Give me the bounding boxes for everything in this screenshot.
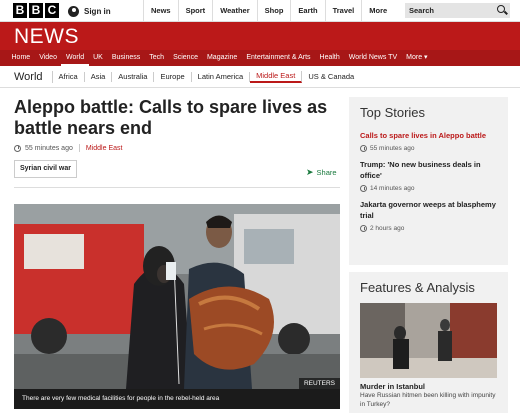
top-story-time: 55 minutes ago bbox=[360, 145, 497, 152]
clock-icon bbox=[360, 185, 367, 192]
top-story-time: 2 hours ago bbox=[360, 225, 497, 232]
top-story-title[interactable]: Jakarta governor weeps at blasphemy tria… bbox=[360, 199, 497, 221]
search-placeholder: Search bbox=[409, 6, 435, 15]
top-story-item[interactable]: Calls to spare lives in Aleppo battle 55… bbox=[360, 130, 497, 152]
main-nav-home[interactable]: Home bbox=[7, 50, 35, 66]
divider bbox=[14, 187, 340, 188]
search-input[interactable]: Search bbox=[405, 3, 510, 18]
share-button[interactable]: ➤ Share bbox=[306, 167, 337, 178]
feature-title[interactable]: Murder in Istanbul bbox=[360, 382, 497, 391]
signin-label: Sign in bbox=[84, 6, 111, 16]
main-nav-video[interactable]: Video bbox=[35, 50, 62, 66]
top-nav-weather[interactable]: Weather bbox=[212, 0, 256, 22]
meta-divider bbox=[78, 144, 80, 152]
top-nav-shop[interactable]: Shop bbox=[256, 0, 291, 22]
top-stories-panel: Top Stories Calls to spare lives in Alep… bbox=[349, 97, 508, 265]
section-nav-australia[interactable]: Australia bbox=[112, 71, 155, 82]
section-nav-asia[interactable]: Asia bbox=[85, 71, 113, 82]
article-time: 55 minutes ago bbox=[25, 144, 73, 152]
section-nav-us-canada[interactable]: US & Canada bbox=[302, 72, 360, 82]
section-nav-africa[interactable]: Africa bbox=[53, 71, 85, 82]
top-stories-title: Top Stories bbox=[360, 105, 426, 120]
topic-tag[interactable]: Syrian civil war bbox=[14, 160, 77, 178]
signin-link[interactable]: Sign in bbox=[68, 3, 111, 19]
top-story-time-text: 14 minutes ago bbox=[370, 185, 415, 192]
user-icon bbox=[68, 5, 79, 17]
main-nav-business[interactable]: Business bbox=[107, 50, 144, 66]
top-nav-sport[interactable]: Sport bbox=[177, 0, 213, 22]
features-title: Features & Analysis bbox=[360, 280, 475, 295]
top-story-title[interactable]: Trump: 'No new business deals in office' bbox=[360, 159, 497, 181]
share-icon: ➤ bbox=[306, 167, 314, 177]
clock-icon bbox=[360, 145, 367, 152]
section-nav-europe[interactable]: Europe bbox=[154, 71, 192, 82]
section-nav: World Africa Asia Australia Europe Latin… bbox=[0, 66, 520, 88]
top-story-item[interactable]: Jakarta governor weeps at blasphemy tria… bbox=[360, 199, 497, 232]
image-credit: REUTERS bbox=[298, 378, 340, 389]
hero-image: REUTERS There are very few medical facil… bbox=[14, 204, 340, 409]
top-nav: News Sport Weather Shop Earth Travel Mor… bbox=[143, 0, 425, 22]
main-nav-science[interactable]: Science bbox=[169, 50, 203, 66]
top-story-item[interactable]: Trump: 'No new business deals in office'… bbox=[360, 159, 497, 192]
top-bar: B B C Sign in News Sport Weather Shop Ea… bbox=[0, 0, 520, 22]
top-nav-news[interactable]: News bbox=[143, 0, 178, 22]
feature-photo-illustration bbox=[360, 303, 497, 378]
image-caption: There are very few medical facilities fo… bbox=[14, 389, 340, 409]
top-story-time-text: 55 minutes ago bbox=[370, 145, 415, 152]
more-label: More bbox=[369, 6, 388, 15]
bbc-logo-letter: B bbox=[13, 3, 27, 18]
top-nav-travel[interactable]: Travel bbox=[324, 0, 362, 22]
top-story-title[interactable]: Calls to spare lives in Aleppo battle bbox=[360, 130, 497, 141]
section-title[interactable]: World bbox=[14, 70, 53, 83]
clock-icon bbox=[360, 225, 367, 232]
article-meta: 55 minutes ago Middle East bbox=[14, 144, 122, 152]
section-nav-latin-america[interactable]: Latin America bbox=[192, 71, 251, 82]
feature-image[interactable] bbox=[360, 303, 497, 378]
main-nav-uk[interactable]: UK bbox=[89, 50, 108, 66]
main-nav-more[interactable]: More ▾ bbox=[402, 50, 432, 66]
top-story-time-text: 2 hours ago bbox=[370, 225, 405, 232]
news-logo[interactable]: NEWS bbox=[14, 25, 79, 49]
clock-icon bbox=[14, 144, 21, 152]
main-nav-entertainment[interactable]: Entertainment & Arts bbox=[242, 50, 315, 66]
share-label: Share bbox=[316, 168, 337, 177]
main-nav-magazine[interactable]: Magazine bbox=[202, 50, 241, 66]
feature-summary: Have Russian hitmen been killing with im… bbox=[360, 392, 496, 408]
features-panel: Features & Analysis Murder in Istanbul H… bbox=[349, 272, 508, 413]
bbc-logo-letter: B bbox=[29, 3, 43, 18]
main-nav-world-news-tv[interactable]: World News TV bbox=[344, 50, 401, 66]
search-icon[interactable] bbox=[497, 5, 505, 13]
bbc-logo-letter: C bbox=[45, 3, 59, 18]
main-nav-world[interactable]: World bbox=[61, 50, 89, 66]
top-story-time: 14 minutes ago bbox=[360, 185, 497, 192]
main-nav: Home Video World UK Business Tech Scienc… bbox=[0, 50, 520, 66]
main-nav-tech[interactable]: Tech bbox=[145, 50, 169, 66]
main-nav-health[interactable]: Health bbox=[315, 50, 344, 66]
hero-photo-illustration bbox=[14, 204, 340, 409]
article-section-link[interactable]: Middle East bbox=[86, 145, 123, 152]
article-headline: Aleppo battle: Calls to spare lives as b… bbox=[14, 97, 328, 138]
bbc-logo[interactable]: B B C bbox=[13, 3, 59, 18]
section-nav-middle-east[interactable]: Middle East bbox=[250, 70, 303, 83]
top-nav-earth[interactable]: Earth bbox=[290, 0, 324, 22]
